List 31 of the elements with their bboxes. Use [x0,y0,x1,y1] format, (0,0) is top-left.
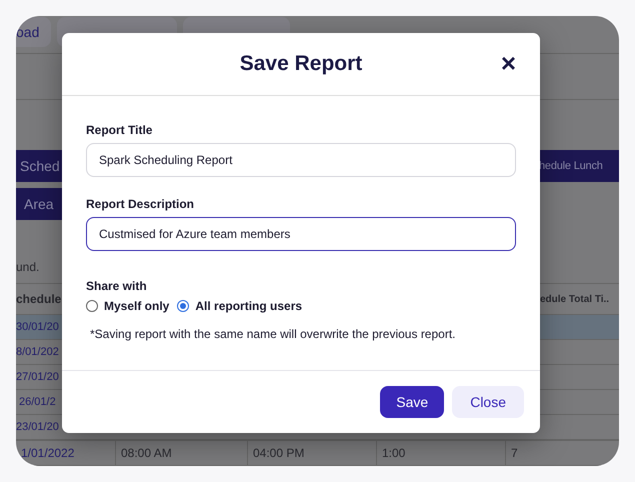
action-button[interactable]: Sched [16,150,63,182]
result-text: und. [16,260,40,274]
field-label: Report Title [86,123,154,137]
text-field[interactable]: Spark Scheduling Report [86,143,516,177]
table-cell: 7 [511,446,518,460]
date-link[interactable]: 26/01/2 [16,396,63,408]
radio-button[interactable] [86,300,98,312]
table-cell: 04:00 PM [253,446,304,460]
dialog-title: Save Report [240,52,362,76]
text-field[interactable]: Custmised for Azure team members [86,217,516,251]
table-cell: 1:00 [382,446,406,460]
toolbar-button[interactable]: oad [16,17,52,47]
close-button[interactable]: × [500,50,516,76]
action-button[interactable]: hedule Lunch [537,150,619,182]
column-header: chedule [16,292,62,306]
date-link[interactable]: 27/01/20 [16,371,63,383]
field-label: Report Description [86,197,196,211]
radio-label: All reporting users [195,299,302,313]
radio-label: Myself only [104,299,170,313]
save-button[interactable]: Save [380,386,444,418]
date-link[interactable]: 23/01/20 [16,421,63,433]
date-link[interactable]: 8/01/202 [16,346,63,358]
date-link[interactable]: 30/01/20 [16,321,63,333]
close-button[interactable]: Close [452,386,524,418]
radio-button[interactable] [177,300,190,312]
field-label: Share with [86,279,148,293]
table-cell: 08:00 AM [121,446,172,460]
column-header: edule Total Ti.. [540,294,610,304]
note-text: *Saving report with the same name will overwrite the previous report. [90,327,456,341]
action-button[interactable]: Area [16,188,63,220]
date-link[interactable]: 1/01/2022 [21,446,74,460]
